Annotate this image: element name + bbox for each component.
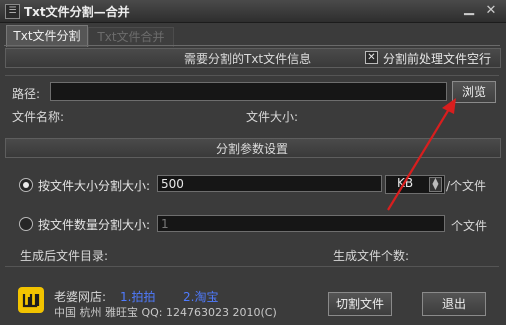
path-label: 路径: <box>12 87 41 101</box>
logo-icon <box>18 287 44 313</box>
shop-label: 老婆网店: <box>54 290 107 304</box>
preprocess-blank-lines-checkbox[interactable]: ✕ <box>365 51 378 64</box>
output-directory-label: 生成后文件目录: <box>20 249 109 263</box>
exit-button[interactable]: 退出 <box>422 292 486 316</box>
file-info-section-title: 需要分割的Txt文件信息 <box>184 52 312 66</box>
split-count-input[interactable]: 1 <box>157 215 445 232</box>
split-settings-section-title: 分割参数设置 <box>216 142 289 156</box>
size-suffix-label: /个文件 <box>446 179 487 193</box>
file-size-label: 文件大小: <box>246 110 299 124</box>
split-by-size-label[interactable]: 按文件大小分割大小: <box>38 177 150 194</box>
tab-split[interactable]: Txt文件分割 <box>6 25 88 47</box>
split-by-size-radio[interactable] <box>19 178 33 192</box>
split-file-button[interactable]: 切割文件 <box>328 292 392 316</box>
output-count-label: 生成文件个数: <box>333 249 410 263</box>
count-suffix-label: 个文件 <box>451 219 488 233</box>
browse-button[interactable]: 浏览 <box>452 81 496 103</box>
paipai-link[interactable]: 1.拍拍 <box>120 288 155 305</box>
taobao-link[interactable]: 2.淘宝 <box>183 288 218 305</box>
tab-merge[interactable]: Txt文件合并 <box>88 27 174 47</box>
tab-divider <box>4 45 500 46</box>
unit-spinner-icon[interactable]: ▲ ▼ <box>429 177 442 192</box>
preprocess-blank-lines-label[interactable]: 分割前处理文件空行 <box>383 50 491 67</box>
file-name-label: 文件名称: <box>12 110 65 124</box>
split-by-count-radio[interactable] <box>19 217 33 231</box>
app-menu-icon[interactable]: ☰ <box>5 4 20 19</box>
split-by-count-label[interactable]: 按文件数量分割大小: <box>38 216 150 233</box>
path-input[interactable] <box>50 82 447 101</box>
split-size-input[interactable]: 500 <box>157 175 382 192</box>
radio-selected-dot <box>23 182 29 188</box>
contact-info: 中国 杭州 雅旺宝 QQ: 124763023 2010(C) <box>54 306 277 319</box>
divider <box>5 266 499 267</box>
divider <box>5 75 499 76</box>
size-unit-value[interactable]: KB <box>397 176 413 190</box>
close-button[interactable]: ✕ <box>483 3 499 18</box>
window-title: Txt文件分割—合并 <box>24 5 130 19</box>
minimize-button[interactable]: ▁ <box>461 2 477 18</box>
